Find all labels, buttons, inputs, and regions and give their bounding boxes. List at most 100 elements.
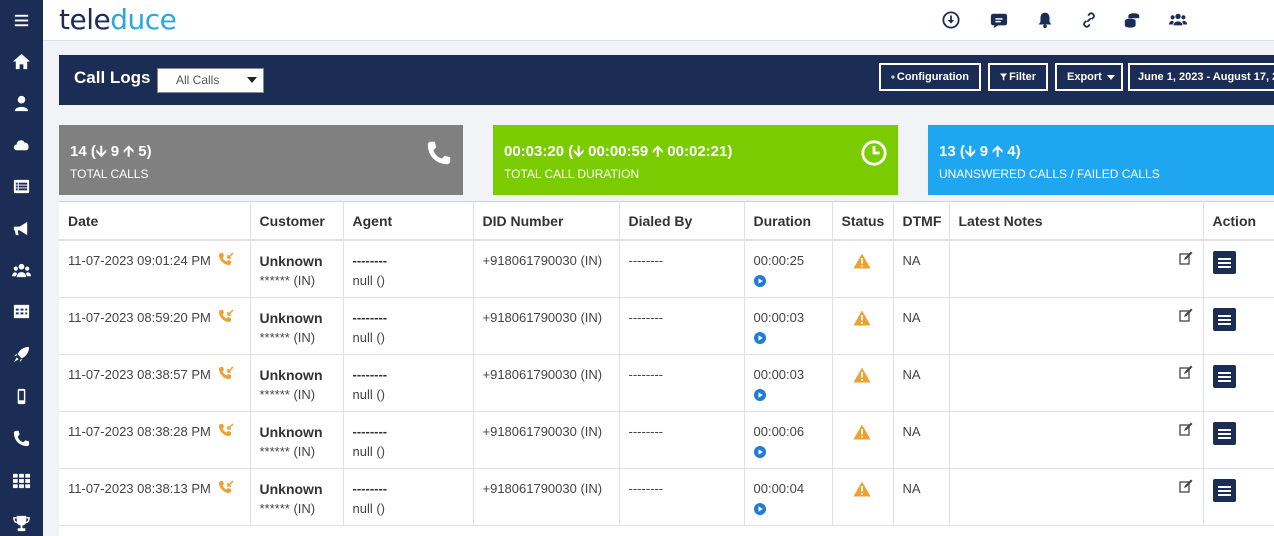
group-icon[interactable] xyxy=(1167,9,1189,31)
agent-cell: -------- null () xyxy=(343,240,474,298)
megaphone-icon[interactable] xyxy=(0,215,43,241)
phone-icon xyxy=(427,141,451,165)
play-recording-icon[interactable] xyxy=(753,275,766,287)
action-details-button[interactable] xyxy=(1212,478,1236,502)
date-cell: 11-07-2023 08:38:13 PM xyxy=(59,468,251,526)
column-header-agent[interactable]: Agent xyxy=(343,202,474,241)
agent-detail: null () xyxy=(352,329,386,345)
action-cell xyxy=(1203,411,1274,469)
mobile-icon[interactable] xyxy=(0,383,43,409)
play-recording-icon[interactable] xyxy=(753,388,766,401)
column-header-dialed-by[interactable]: Dialed By xyxy=(619,202,745,241)
agent-cell: -------- null () xyxy=(343,297,474,355)
agent-cell: -------- null () xyxy=(343,354,474,412)
trophy-icon[interactable] xyxy=(0,510,43,536)
warning-icon xyxy=(853,481,870,496)
bell-icon[interactable] xyxy=(1034,9,1056,31)
call-date: 11-07-2023 08:38:57 PM xyxy=(68,366,211,382)
agent-cell: -------- null () xyxy=(343,468,474,526)
date-range-button[interactable]: June 1, 2023 - August 17, 2023 xyxy=(1128,63,1274,91)
warning-icon xyxy=(853,367,870,382)
edit-note-icon[interactable] xyxy=(1178,308,1193,322)
action-cell xyxy=(1203,240,1274,298)
coins-icon[interactable] xyxy=(1121,9,1143,31)
dialed-by-cell: -------- xyxy=(619,468,745,526)
rocket-icon[interactable] xyxy=(0,341,43,367)
table-row[interactable]: 11-07-2023 08:38:57 PM Unknown ****** (IN)… xyxy=(59,354,1274,412)
customer-name[interactable]: Unknown xyxy=(260,479,335,499)
edit-note-icon[interactable] xyxy=(1178,365,1193,379)
column-header-latest-notes[interactable]: Latest Notes xyxy=(949,202,1204,241)
filter-icon xyxy=(1000,73,1008,81)
dialed-by-cell: -------- xyxy=(619,354,745,412)
configuration-button[interactable]: Configuration xyxy=(879,63,981,91)
warning-icon xyxy=(853,424,870,439)
customer-number: ****** (IN) xyxy=(259,500,316,516)
filter-button[interactable]: Filter xyxy=(988,63,1048,91)
play-recording-icon[interactable] xyxy=(753,502,766,515)
action-details-button[interactable] xyxy=(1212,307,1236,331)
agent-name: -------- xyxy=(352,423,388,439)
dtmf-cell: NA xyxy=(893,354,950,412)
table-row[interactable]: 11-07-2023 08:59:20 PM Unknown ****** (IN)… xyxy=(59,297,1274,355)
edit-note-icon[interactable] xyxy=(1178,422,1193,436)
play-recording-icon[interactable] xyxy=(753,445,766,458)
column-header-action[interactable]: Action xyxy=(1203,202,1274,241)
export-button[interactable]: Export xyxy=(1055,63,1123,91)
customer-name[interactable]: Unknown xyxy=(260,365,335,385)
chat-icon[interactable] xyxy=(988,9,1010,31)
column-header-duration[interactable]: Duration xyxy=(744,202,833,241)
play-recording-icon[interactable] xyxy=(753,331,766,344)
list-icon[interactable] xyxy=(0,173,43,199)
action-details-button[interactable] xyxy=(1212,364,1236,388)
customer-cell: Unknown ****** (IN) xyxy=(250,354,344,412)
column-header-date[interactable]: Date xyxy=(59,202,251,241)
agent-detail: null () xyxy=(352,443,386,459)
dtmf-cell: NA xyxy=(893,297,950,355)
customer-cell: Unknown ****** (IN) xyxy=(250,468,344,526)
page-title: Call Logs xyxy=(74,68,151,87)
agent-name: -------- xyxy=(352,253,388,268)
status-cell xyxy=(832,297,894,355)
grid-icon[interactable] xyxy=(0,467,43,493)
action-cell xyxy=(1203,354,1274,412)
table-row[interactable]: 11-07-2023 08:38:13 PM Unknown ****** (IN)… xyxy=(59,468,1274,526)
chevron-down-icon xyxy=(1106,74,1115,80)
call-type-select[interactable]: All Calls xyxy=(157,68,264,93)
table-row[interactable]: 11-07-2023 08:38:28 PM Unknown ****** (IN)… xyxy=(59,411,1274,469)
customer-name[interactable]: Unknown xyxy=(260,422,335,442)
edit-note-icon[interactable] xyxy=(1178,479,1193,493)
call-duration-card: 00:03:20 (🡫 00:00:59 🡩 00:02:21) TOTAL C… xyxy=(493,125,898,195)
incoming-call-icon xyxy=(218,308,234,322)
column-header-status[interactable]: Status xyxy=(832,202,894,241)
edit-note-icon[interactable] xyxy=(1178,251,1193,265)
action-details-button[interactable] xyxy=(1212,421,1236,445)
call-date: 11-07-2023 08:38:13 PM xyxy=(68,480,211,496)
cloud-icon[interactable] xyxy=(0,131,43,157)
customer-name[interactable]: Unknown xyxy=(260,251,335,271)
phone-icon[interactable] xyxy=(0,425,43,451)
total-calls-label: TOTAL CALLS xyxy=(70,167,149,181)
call-duration-label: TOTAL CALL DURATION xyxy=(504,167,640,181)
download-icon[interactable] xyxy=(940,9,962,31)
menu-icon[interactable] xyxy=(0,7,43,33)
users-icon[interactable] xyxy=(0,257,43,283)
table-icon[interactable] xyxy=(0,298,43,324)
user-icon[interactable] xyxy=(0,90,43,116)
did-number-cell: +918061790030 (IN) xyxy=(473,468,620,526)
home-icon[interactable] xyxy=(0,48,43,74)
did-number-cell: +918061790030 (IN) xyxy=(473,354,620,412)
app-logo[interactable]: teleduce xyxy=(59,3,177,36)
column-header-dtmf[interactable]: DTMF xyxy=(893,202,950,241)
action-details-button[interactable] xyxy=(1212,251,1236,274)
unanswered-calls-label: UNANSWERED CALLS / FAILED CALLS xyxy=(939,167,1160,181)
duration-cell: 00:00:04 xyxy=(744,468,833,526)
table-row[interactable]: 11-07-2023 09:01:24 PM Unknown ****** (IN)… xyxy=(59,240,1274,298)
customer-name[interactable]: Unknown xyxy=(260,308,335,328)
column-header-did-number[interactable]: DID Number xyxy=(473,202,620,241)
customer-number: ****** (IN) xyxy=(259,273,316,288)
link-icon[interactable] xyxy=(1078,9,1100,31)
agent-detail: null () xyxy=(352,273,386,288)
customer-cell: Unknown ****** (IN) xyxy=(250,411,344,469)
column-header-customer[interactable]: Customer xyxy=(250,202,344,241)
